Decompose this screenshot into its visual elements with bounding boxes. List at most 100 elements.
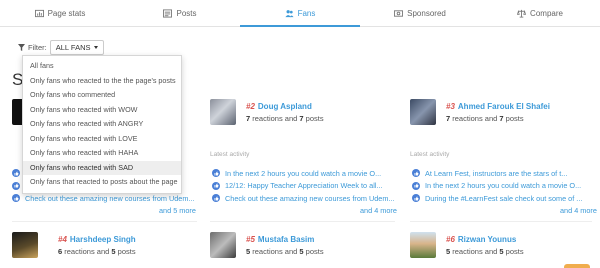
posts-text: posts xyxy=(505,246,524,256)
filter-dropdown-button[interactable]: ALL FANS xyxy=(49,40,104,55)
reactions-text: reactions and xyxy=(452,113,498,123)
fan-name-link[interactable]: #5 Mustafa Basim xyxy=(246,235,324,244)
posts-text: posts xyxy=(305,113,324,123)
tab-posts-label: Posts xyxy=(176,8,197,18)
fan-name: Mustafa Basim xyxy=(257,234,315,244)
reactions-text: reactions and xyxy=(252,246,298,256)
activity-text: In the next 2 hours you could watch a mo… xyxy=(425,181,582,191)
tab-sponsored[interactable]: Sponsored xyxy=(360,0,480,26)
posts-text: posts xyxy=(305,246,324,256)
activity-item[interactable]: At Learn Fest, instructors are the stars… xyxy=(412,167,592,180)
activity-item[interactable]: In the next 2 hours you could watch a mo… xyxy=(212,167,394,180)
activity-text: In the next 2 hours you could watch a mo… xyxy=(225,168,382,178)
tab-bar: Page stats Posts Fans Sponsored Compare xyxy=(0,0,600,27)
like-icon xyxy=(12,181,20,190)
post-count: 5 xyxy=(299,246,304,256)
filter-option-love[interactable]: Only fans who reacted with LOVE xyxy=(23,132,181,147)
fan-rank: #5 xyxy=(246,234,255,244)
tab-fans-label: Fans xyxy=(297,8,316,18)
like-icon xyxy=(212,169,220,178)
reactions-text: reactions and xyxy=(252,113,298,123)
more-link[interactable]: and 4 more xyxy=(560,206,597,215)
reaction-count: 7 xyxy=(446,113,451,123)
divider xyxy=(12,221,197,222)
chart-icon xyxy=(34,9,44,17)
fan-name-link[interactable]: #4 Harshdeep Singh xyxy=(58,235,136,244)
filter-dropdown-menu: All fans Only fans who reacted to the th… xyxy=(22,55,182,194)
filter-option-about-page[interactable]: Only fans that reacted to posts about th… xyxy=(23,175,181,190)
fan-name: Harshdeep Singh xyxy=(69,234,136,244)
posts-text: posts xyxy=(117,246,136,256)
filter-option-reacted-posts[interactable]: Only fans who reacted to the the page's … xyxy=(23,74,181,89)
fan-card-3: #3 Ahmed Farouk El Shafei 7 reactions and… xyxy=(410,97,600,127)
activity-text: Check out these amazing new courses from… xyxy=(25,193,195,203)
activity-item[interactable]: In the next 2 hours you could watch a mo… xyxy=(412,180,592,193)
like-icon xyxy=(412,181,420,190)
post-count: 7 xyxy=(299,113,304,123)
filter-option-angry[interactable]: Only fans who reacted with ANGRY xyxy=(23,117,181,132)
fan-stats: 7 reactions and 7 posts xyxy=(446,114,550,123)
tab-page-stats-label: Page stats xyxy=(47,8,86,18)
fan-name: Rizwan Younus xyxy=(457,234,517,244)
activity-item[interactable]: Check out these amazing new courses from… xyxy=(12,192,197,205)
divider xyxy=(410,221,592,222)
avatar[interactable] xyxy=(410,99,436,125)
chat-widget-button[interactable] xyxy=(564,264,590,268)
activity-item[interactable]: 12/12: Happy Teacher Appreciation Week t… xyxy=(212,180,394,193)
fan-stats: 7 reactions and 7 posts xyxy=(246,114,324,123)
fan-name: Doug Aspland xyxy=(257,101,312,111)
activity-item[interactable]: Check out these amazing new courses from… xyxy=(212,192,394,205)
avatar[interactable] xyxy=(410,232,436,258)
filter-selected-value: ALL FANS xyxy=(55,43,91,52)
reaction-count: 6 xyxy=(58,246,63,256)
posts-text: posts xyxy=(505,113,524,123)
posts-icon xyxy=(163,8,173,18)
latest-activity-label: Latest activity xyxy=(410,151,450,158)
filter-option-commented[interactable]: Only fans who commented xyxy=(23,88,181,103)
filter-icon xyxy=(18,44,25,51)
activity-text: During the #LearnFest sale check out som… xyxy=(425,193,583,203)
fan-name-link[interactable]: #2 Doug Aspland xyxy=(246,102,324,111)
tab-fans[interactable]: Fans xyxy=(240,0,360,27)
more-link[interactable]: and 5 more xyxy=(159,206,196,215)
fan-stats: 6 reactions and 5 posts xyxy=(58,247,136,256)
users-icon xyxy=(285,9,294,17)
like-icon xyxy=(412,194,420,203)
more-link[interactable]: and 4 more xyxy=(360,206,397,215)
activity-item[interactable]: During the #LearnFest sale check out som… xyxy=(412,192,592,205)
activity-list-3: At Learn Fest, instructors are the stars… xyxy=(412,167,592,205)
fan-stats: 5 reactions and 5 posts xyxy=(246,247,324,256)
fan-name-link[interactable]: #6 Rizwan Younus xyxy=(446,235,524,244)
like-icon xyxy=(412,169,420,178)
filter-option-wow[interactable]: Only fans who reacted with WOW xyxy=(23,103,181,118)
fan-name-link[interactable]: #3 Ahmed Farouk El Shafei xyxy=(446,102,550,111)
activity-text: 12/12: Happy Teacher Appreciation Week t… xyxy=(225,181,383,191)
filter-option-all-fans[interactable]: All fans xyxy=(23,59,181,74)
filter-option-haha[interactable]: Only fans who reacted with HAHA xyxy=(23,146,181,161)
divider xyxy=(210,221,395,222)
money-icon xyxy=(394,9,404,17)
reactions-text: reactions and xyxy=(64,246,110,256)
avatar[interactable] xyxy=(210,232,236,258)
activity-text: Check out these amazing new courses from… xyxy=(225,193,394,203)
post-count: 5 xyxy=(111,246,116,256)
fan-stats: 5 reactions and 5 posts xyxy=(446,247,524,256)
avatar[interactable] xyxy=(12,232,38,258)
fan-card-6: #6 Rizwan Younus 5 reactions and 5 posts xyxy=(410,230,600,260)
tab-page-stats[interactable]: Page stats xyxy=(0,0,120,26)
reaction-count: 5 xyxy=(246,246,251,256)
fan-card-4: #4 Harshdeep Singh 6 reactions and 5 post… xyxy=(12,230,202,260)
tab-compare[interactable]: Compare xyxy=(480,0,600,26)
post-count: 7 xyxy=(499,113,504,123)
fan-rank: #2 xyxy=(246,101,255,111)
scales-icon xyxy=(517,9,527,18)
like-icon xyxy=(212,181,220,190)
filter-option-sad[interactable]: Only fans who reacted with SAD xyxy=(23,160,181,175)
latest-activity-label: Latest activity xyxy=(210,151,250,158)
tab-posts[interactable]: Posts xyxy=(120,0,240,26)
avatar[interactable] xyxy=(210,99,236,125)
filter-row: Filter: ALL FANS xyxy=(18,40,104,55)
tab-compare-label: Compare xyxy=(530,8,563,18)
like-icon xyxy=(12,194,20,203)
post-count: 5 xyxy=(499,246,504,256)
